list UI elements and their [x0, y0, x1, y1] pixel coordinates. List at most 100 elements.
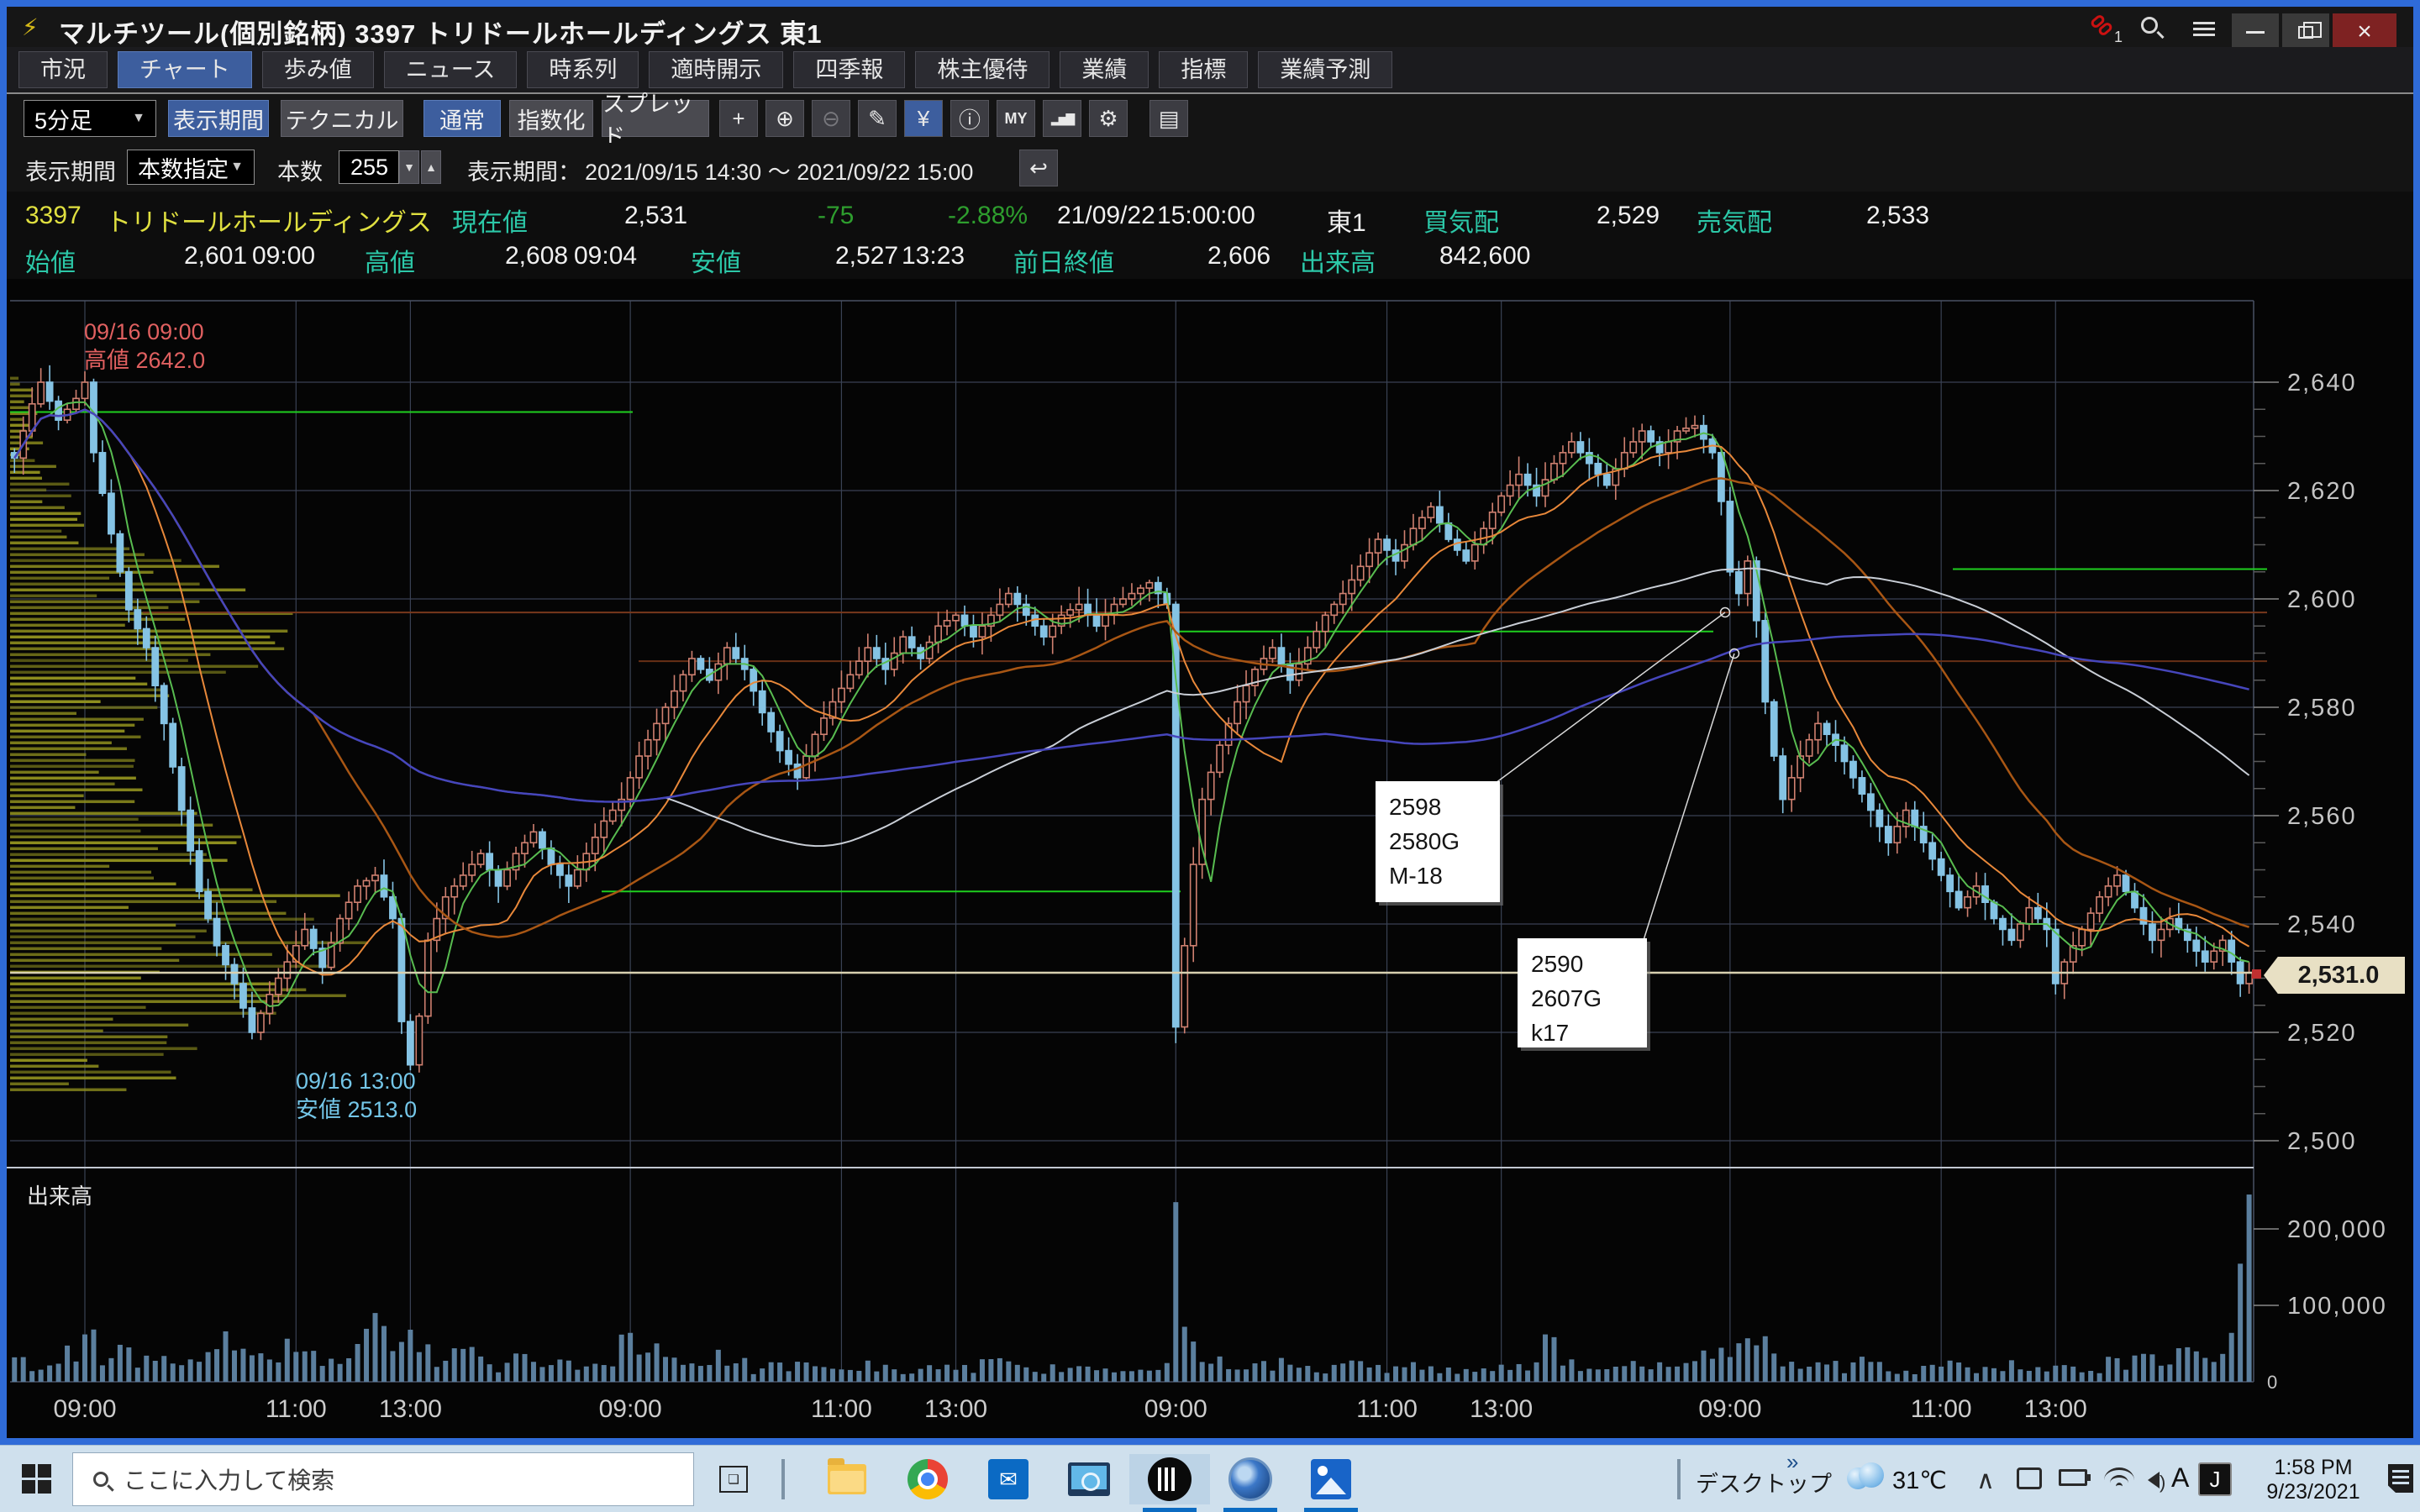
- trading-app-icon[interactable]: [1129, 1454, 1210, 1504]
- tray-device-icon[interactable]: [2017, 1467, 2042, 1489]
- display-period-button[interactable]: 表示期間: [168, 100, 269, 137]
- tab-2[interactable]: 歩み値: [262, 51, 374, 88]
- crosshair-icon[interactable]: +: [719, 100, 758, 137]
- wifi-icon[interactable]: [2104, 1467, 2134, 1491]
- chart-toolbar: 5分足 ▼ 表示期間 テクニカル 通常 指数化 スプレッド +⊕⊖✎¥ⓘMY▂▅…: [7, 94, 2413, 143]
- tab-4[interactable]: 時系列: [527, 51, 639, 88]
- tab-3[interactable]: ニュース: [384, 51, 518, 88]
- file-explorer-icon[interactable]: [807, 1454, 887, 1504]
- settings-wrench-icon[interactable]: ⚙: [1089, 100, 1128, 137]
- close-button[interactable]: ×: [2333, 13, 2396, 50]
- search-icon: [93, 1472, 108, 1487]
- count-spin-up[interactable]: ▲: [421, 150, 441, 184]
- chevron-down-icon: ▼: [132, 111, 145, 126]
- normal-mode-button[interactable]: 通常: [424, 100, 501, 137]
- menu-icon[interactable]: [2193, 18, 2215, 39]
- desktop-expand-chevron[interactable]: »: [1786, 1449, 1798, 1475]
- title-bar: ⚡ マルチツール(個別銘柄) 3397 トリドールホールディングス 東1 1 ×: [7, 7, 2413, 47]
- current-price-tag: 2,531.0: [2264, 957, 2405, 994]
- ime-mode-a[interactable]: A: [2171, 1462, 2189, 1494]
- taskbar-clock[interactable]: 1:58 PM9/23/2021: [2259, 1456, 2368, 1504]
- svg-text:2,540: 2,540: [2287, 911, 2357, 938]
- svg-text:11:00: 11:00: [1356, 1395, 1418, 1423]
- sync-app-icon[interactable]: [1210, 1454, 1291, 1504]
- svg-text:09:00: 09:00: [1698, 1395, 1761, 1423]
- link-group-icon[interactable]: 1: [2091, 17, 2116, 39]
- ma-mid: [14, 410, 2249, 975]
- tab-6[interactable]: 四季報: [793, 51, 905, 88]
- taskbar-search-input[interactable]: ここに入力して検索: [72, 1452, 694, 1506]
- timeframe-dropdown[interactable]: 5分足 ▼: [24, 100, 156, 137]
- action-center-icon[interactable]: [2388, 1464, 2413, 1493]
- chart-area[interactable]: 2,6402,6202,6002,5802,5602,5402,5202,500…: [7, 279, 2413, 1438]
- tray-chevron-icon[interactable]: ∧: [1976, 1466, 1995, 1495]
- photos-app-icon[interactable]: [1291, 1454, 1371, 1504]
- count-spin-down[interactable]: ▼: [399, 150, 419, 184]
- range-label: 表示期間：: [467, 154, 581, 186]
- spread-mode-button[interactable]: スプレッド: [602, 100, 709, 137]
- task-view-button[interactable]: ❏: [719, 1466, 748, 1493]
- svg-text:13:00: 13:00: [1470, 1395, 1533, 1423]
- reset-view-button[interactable]: ↩: [1019, 150, 1058, 186]
- tab-7[interactable]: 株主優待: [915, 51, 1050, 88]
- zoom-in-icon[interactable]: ⊕: [765, 100, 804, 137]
- speaker-icon[interactable]: ): [2148, 1467, 2165, 1494]
- volume-bars-layer: [12, 1194, 2251, 1382]
- weather-temp[interactable]: 31℃: [1892, 1466, 1947, 1495]
- svg-text:2,560: 2,560: [2287, 803, 2357, 830]
- yen-axis-icon[interactable]: ¥: [904, 100, 943, 137]
- mail-icon[interactable]: ✉: [968, 1454, 1049, 1504]
- tab-active-1[interactable]: チャート: [118, 51, 252, 88]
- note-box-2[interactable]: 25902607Gk17: [1518, 938, 1647, 1047]
- zoom-out-icon[interactable]: ⊖: [812, 100, 850, 137]
- svg-text:11:00: 11:00: [266, 1395, 327, 1423]
- svg-text:13:00: 13:00: [379, 1395, 442, 1423]
- period-mode-dropdown[interactable]: 本数指定 ▼: [127, 150, 255, 185]
- tab-bar: 市況チャート歩み値ニュース時系列適時開示四季報株主優待業績指標業績予測: [7, 47, 2413, 94]
- remote-viewer-icon[interactable]: [1049, 1454, 1129, 1504]
- ime-mode-j[interactable]: J: [2198, 1462, 2232, 1496]
- quote-date: 21/09/22: [1057, 202, 1155, 230]
- tab-8[interactable]: 業績: [1060, 51, 1149, 88]
- start-button[interactable]: [22, 1464, 52, 1494]
- minimize-icon: [2246, 31, 2265, 34]
- minimize-button[interactable]: [2232, 13, 2279, 50]
- svg-text:09:00: 09:00: [599, 1395, 662, 1423]
- note-box-1[interactable]: 25982580GM-18: [1376, 781, 1500, 902]
- window-border-top: [0, 0, 2420, 7]
- bar-count-input[interactable]: 255: [339, 150, 399, 184]
- symbol-search-icon[interactable]: [2141, 17, 2158, 34]
- tab-9[interactable]: 指標: [1159, 51, 1248, 88]
- chrome-icon[interactable]: [887, 1454, 968, 1504]
- volume-profile-layer: [10, 377, 368, 1092]
- axis-layer: 2,6402,6202,6002,5802,5602,5402,5202,500…: [53, 370, 2386, 1423]
- svg-text:2,640: 2,640: [2287, 370, 2357, 396]
- area-chart-icon[interactable]: ▂▅▇: [1043, 100, 1081, 137]
- print-icon[interactable]: ▤: [1150, 100, 1188, 137]
- svg-text:13:00: 13:00: [2024, 1395, 2087, 1423]
- indexed-mode-button[interactable]: 指数化: [509, 100, 593, 137]
- quote-time: 15:00:00: [1157, 202, 1255, 230]
- my-indicator-icon[interactable]: MY: [997, 100, 1035, 137]
- tab-5[interactable]: 適時開示: [649, 51, 783, 88]
- ma-long: [14, 410, 2249, 847]
- stock-code: 3397: [25, 202, 82, 230]
- info-icon[interactable]: ⓘ: [950, 100, 989, 137]
- open-time: 09:00: [252, 242, 315, 270]
- desktop-toolbar-label[interactable]: デスクトップ: [1696, 1466, 1832, 1499]
- current-price-marker: [2252, 969, 2261, 979]
- tray-divider: [1677, 1459, 1681, 1499]
- svg-text:2,520: 2,520: [2287, 1020, 2357, 1047]
- tab-10[interactable]: 業績予測: [1258, 51, 1392, 88]
- technical-button[interactable]: テクニカル: [281, 100, 403, 137]
- battery-icon[interactable]: [2059, 1469, 2087, 1486]
- weather-icon[interactable]: [1845, 1461, 1884, 1494]
- quote-panel: 3397 トリドールホールディングス 現在値 2,531 -75 -2.88% …: [7, 192, 2413, 279]
- high-annotation: 09/16 09:00高値 2642.0: [84, 318, 205, 375]
- restore-button[interactable]: [2282, 13, 2329, 50]
- tab-0[interactable]: 市況: [18, 51, 108, 88]
- candlestick-chart[interactable]: 2,6402,6202,6002,5802,5602,5402,5202,500…: [7, 279, 2413, 1438]
- window-title: マルチツール(個別銘柄) 3397 トリドールホールディングス 東1: [59, 13, 823, 50]
- restore-icon: [2298, 26, 2313, 39]
- draw-pencil-icon[interactable]: ✎: [858, 100, 897, 137]
